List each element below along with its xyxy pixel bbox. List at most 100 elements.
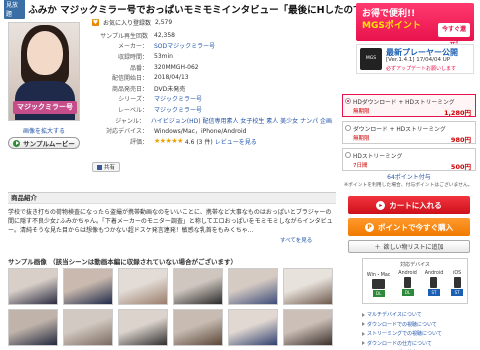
info-key: 商品発売日： [111, 85, 148, 93]
rating-stars: ★★★★★ [154, 137, 183, 146]
add-to-wishlist-button[interactable]: ＋ 欲しい物リストに追加 [348, 240, 470, 253]
cart-label: カートに入れる [389, 200, 442, 210]
info-row: 商品発売日： DVD未発売 [92, 83, 332, 94]
device-icon [404, 277, 412, 288]
price-option[interactable]: HDダウンロード + HDストリーミング 無期限 1,280円 [342, 94, 476, 117]
arrow-icon [362, 312, 365, 317]
sample-thumbnail[interactable] [283, 268, 333, 305]
help-link[interactable]: ダウンロードの仕方について [362, 339, 474, 349]
info-value[interactable]: SODマジックミラー号 [154, 41, 215, 50]
device-icon [372, 279, 386, 289]
player-banner[interactable]: MGS Player 最新プレーヤー公開 [Ver.1.4.1] 17/04/0… [356, 44, 474, 83]
info-key: 収録時間： [117, 53, 148, 61]
sample-images-title: サンプル画像 （該当シーンは動画本編に収録されていない場合がございます） [8, 258, 238, 266]
mgs-player-icon: MGS Player [360, 48, 382, 83]
help-links: マルチデバイスについてダウンロードでの視聴について ストリーミングでの視聴について… [362, 310, 474, 350]
mgs-banner-line2: MGSポイント [362, 21, 421, 31]
help-link-label: マルチデバイスについて [367, 312, 422, 319]
sample-thumbnail[interactable] [8, 309, 58, 346]
price-option[interactable]: HDストリーミング 7日間 500円 [342, 148, 476, 171]
info-key: 対応デバイス： [106, 128, 148, 136]
rating-row: 評価： ★★★★★ 4.6 (3 件) レビューを見る [92, 136, 332, 147]
info-value[interactable]: マジックミラー号 [154, 94, 202, 103]
info-row: レーベル： マジックミラー号 [92, 104, 332, 115]
info-key: ジャンル： [115, 117, 145, 125]
sample-thumbnail[interactable] [63, 309, 113, 346]
price-option-name: HDダウンロード + HDストリーミング [353, 100, 455, 106]
sample-thumbnail[interactable] [283, 309, 333, 346]
supported-devices: 対応デバイス Win・Mac DL Android DL Android ST iOS ST [362, 258, 468, 304]
share-button[interactable]: 共有 [92, 162, 120, 172]
player-version: [Ver.1.4.1] 17/04/04 UP [386, 57, 451, 63]
favorite-label: お気に入り登録数 [103, 20, 152, 27]
mgs-point-banner[interactable]: お得で便利!! MGSポイント 今すぐ還元! [356, 3, 474, 47]
see-all-link[interactable]: すべてを見る [280, 236, 312, 244]
info-value[interactable]: マジックミラー号 [154, 105, 202, 114]
info-key: メーカー： [117, 43, 148, 51]
device-tag: ST [451, 289, 464, 296]
device-icon [430, 277, 438, 288]
heart-icon[interactable]: ♥ [92, 19, 99, 26]
device-tag: DL [372, 290, 385, 297]
facebook-icon [96, 164, 102, 170]
info-row: 収録時間： 53min [92, 51, 332, 62]
info-key: 品番： [129, 64, 148, 72]
help-link-label: ダウンロードでの視聴について [367, 321, 437, 328]
device-name: Android [398, 271, 417, 276]
zoom-image-link[interactable]: 画像を拡大する [8, 126, 80, 135]
radio-button[interactable] [345, 125, 351, 131]
cover-face [27, 31, 63, 75]
radio-button[interactable] [345, 98, 351, 104]
info-value[interactable]: ハイビジョン(HD) 配信専用素人 女子校生 素人 美少女 ナンパ 企画 [151, 116, 332, 125]
arrow-icon [362, 341, 365, 346]
price-option-term: 無期限 [353, 136, 370, 142]
device-tag: ST [427, 289, 440, 296]
sample-movie-button[interactable]: サンプルムービー [8, 137, 80, 149]
sample-thumbnail[interactable] [8, 268, 58, 305]
sample-thumbnail[interactable] [118, 268, 168, 305]
add-to-cart-button[interactable]: ▸ カートに入れる [348, 196, 470, 214]
buy-with-points-button[interactable]: P ポイントで今すぐ購入 [348, 218, 470, 236]
device-tag: DL [401, 289, 414, 296]
price-option[interactable]: ダウンロード + HDストリーミング 無期限 980円 [342, 121, 476, 144]
sample-thumbnail[interactable] [63, 268, 113, 305]
info-key: レーベル： [117, 106, 148, 114]
help-link-label: ストリーミングでの視聴について [367, 331, 442, 338]
point-icon: P [365, 222, 374, 232]
price-option-name: ダウンロード + HDストリーミング [353, 127, 446, 133]
info-value: Windows/Mac，iPhone/Android [154, 128, 247, 136]
device-item: Android ST [425, 271, 443, 297]
help-link[interactable]: マルチデバイスについて [362, 310, 474, 320]
share-label: 共有 [103, 165, 115, 171]
sample-thumbnail[interactable] [173, 309, 223, 346]
favorite-number: 2,579 [155, 19, 173, 26]
favorite-count: ♥ お気に入り登録数 2,579 [92, 18, 172, 27]
point-award: 64ポイント付与 [387, 174, 431, 181]
info-row: 品番： 320MMGH-062 [92, 62, 332, 73]
price-option-price: 980円 [450, 136, 471, 144]
cover-image[interactable]: マジックミラー号 [8, 22, 80, 121]
info-key: サンプル再生回数 [100, 32, 148, 40]
sample-thumbnail[interactable] [118, 309, 168, 346]
device-icon [453, 277, 461, 288]
wish-label: 欲しい物リストに追加 [383, 244, 444, 251]
device-name: iOS [453, 271, 462, 276]
mgs-banner-button[interactable]: 今すぐ還元! [438, 23, 470, 47]
info-value: 53min [154, 52, 173, 60]
review-link[interactable]: レビューを見る [215, 137, 257, 146]
sample-movie-label: サンプルムービー [23, 140, 75, 148]
sample-thumbnail[interactable] [173, 268, 223, 305]
cart-icon: ▸ [376, 200, 386, 210]
device-item: iOS ST [451, 271, 464, 297]
rating-score: 4.6 (3 件) [184, 138, 213, 146]
sample-thumbnail[interactable] [228, 268, 278, 305]
info-value: DVD未発売 [154, 85, 186, 93]
point-note: ※ポイントを利用した場合、付与ポイントはございません。 [344, 183, 473, 188]
sample-thumbnail[interactable] [228, 309, 278, 346]
radio-button[interactable] [345, 152, 351, 158]
info-row: ジャンル： ハイビジョン(HD) 配信専用素人 女子校生 素人 美少女 ナンパ 企… [92, 115, 332, 126]
help-link[interactable]: ストリーミングでの視聴について [362, 329, 474, 339]
devices-heading: 対応デバイス [400, 262, 430, 268]
help-link[interactable]: ダウンロードでの視聴について [362, 320, 474, 330]
plus-icon: ＋ [374, 244, 381, 251]
